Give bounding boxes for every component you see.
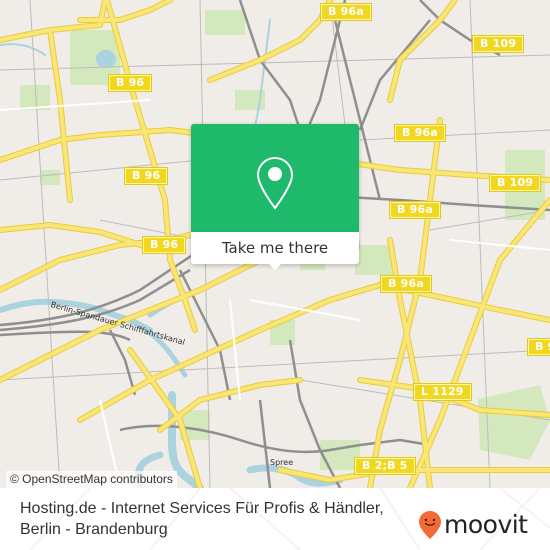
map-view[interactable]: B 96a B 109 B 96 B 96a B 96 B 109 B 96a … (0, 0, 550, 488)
road-shield: B 109 (471, 35, 525, 53)
location-pin-icon (256, 156, 294, 210)
moovit-wordmark: moovit (444, 510, 528, 539)
popup-pointer (267, 262, 283, 270)
map-attribution[interactable]: © OpenStreetMap contributors (6, 471, 177, 488)
lake (96, 50, 116, 68)
river-label: Spree (270, 458, 294, 467)
road-shield: B 96 (107, 74, 153, 92)
road-shield: B 96 (123, 167, 169, 185)
road-shield: B 96a (320, 3, 372, 21)
location-popup (191, 124, 359, 232)
road-shield: B 2;B 5 (354, 457, 416, 475)
place-title: Hosting.de - Internet Services Für Profi… (20, 500, 384, 538)
moovit-smiley-pin-icon (419, 511, 441, 539)
road-shield: B 96 (526, 338, 550, 356)
road-shield: B 96a (380, 275, 432, 293)
road-shield: B 109 (488, 174, 542, 192)
road-shield: B 96a (394, 124, 446, 142)
take-me-there-button[interactable]: Take me there (191, 232, 359, 264)
road-shield: L 1129 (413, 383, 472, 401)
place-footer: Hosting.de - Internet Services Für Profi… (0, 488, 550, 550)
road-shield: B 96a (389, 201, 441, 219)
moovit-logo[interactable]: moovit (418, 510, 528, 540)
road-shield: B 96 (141, 236, 187, 254)
